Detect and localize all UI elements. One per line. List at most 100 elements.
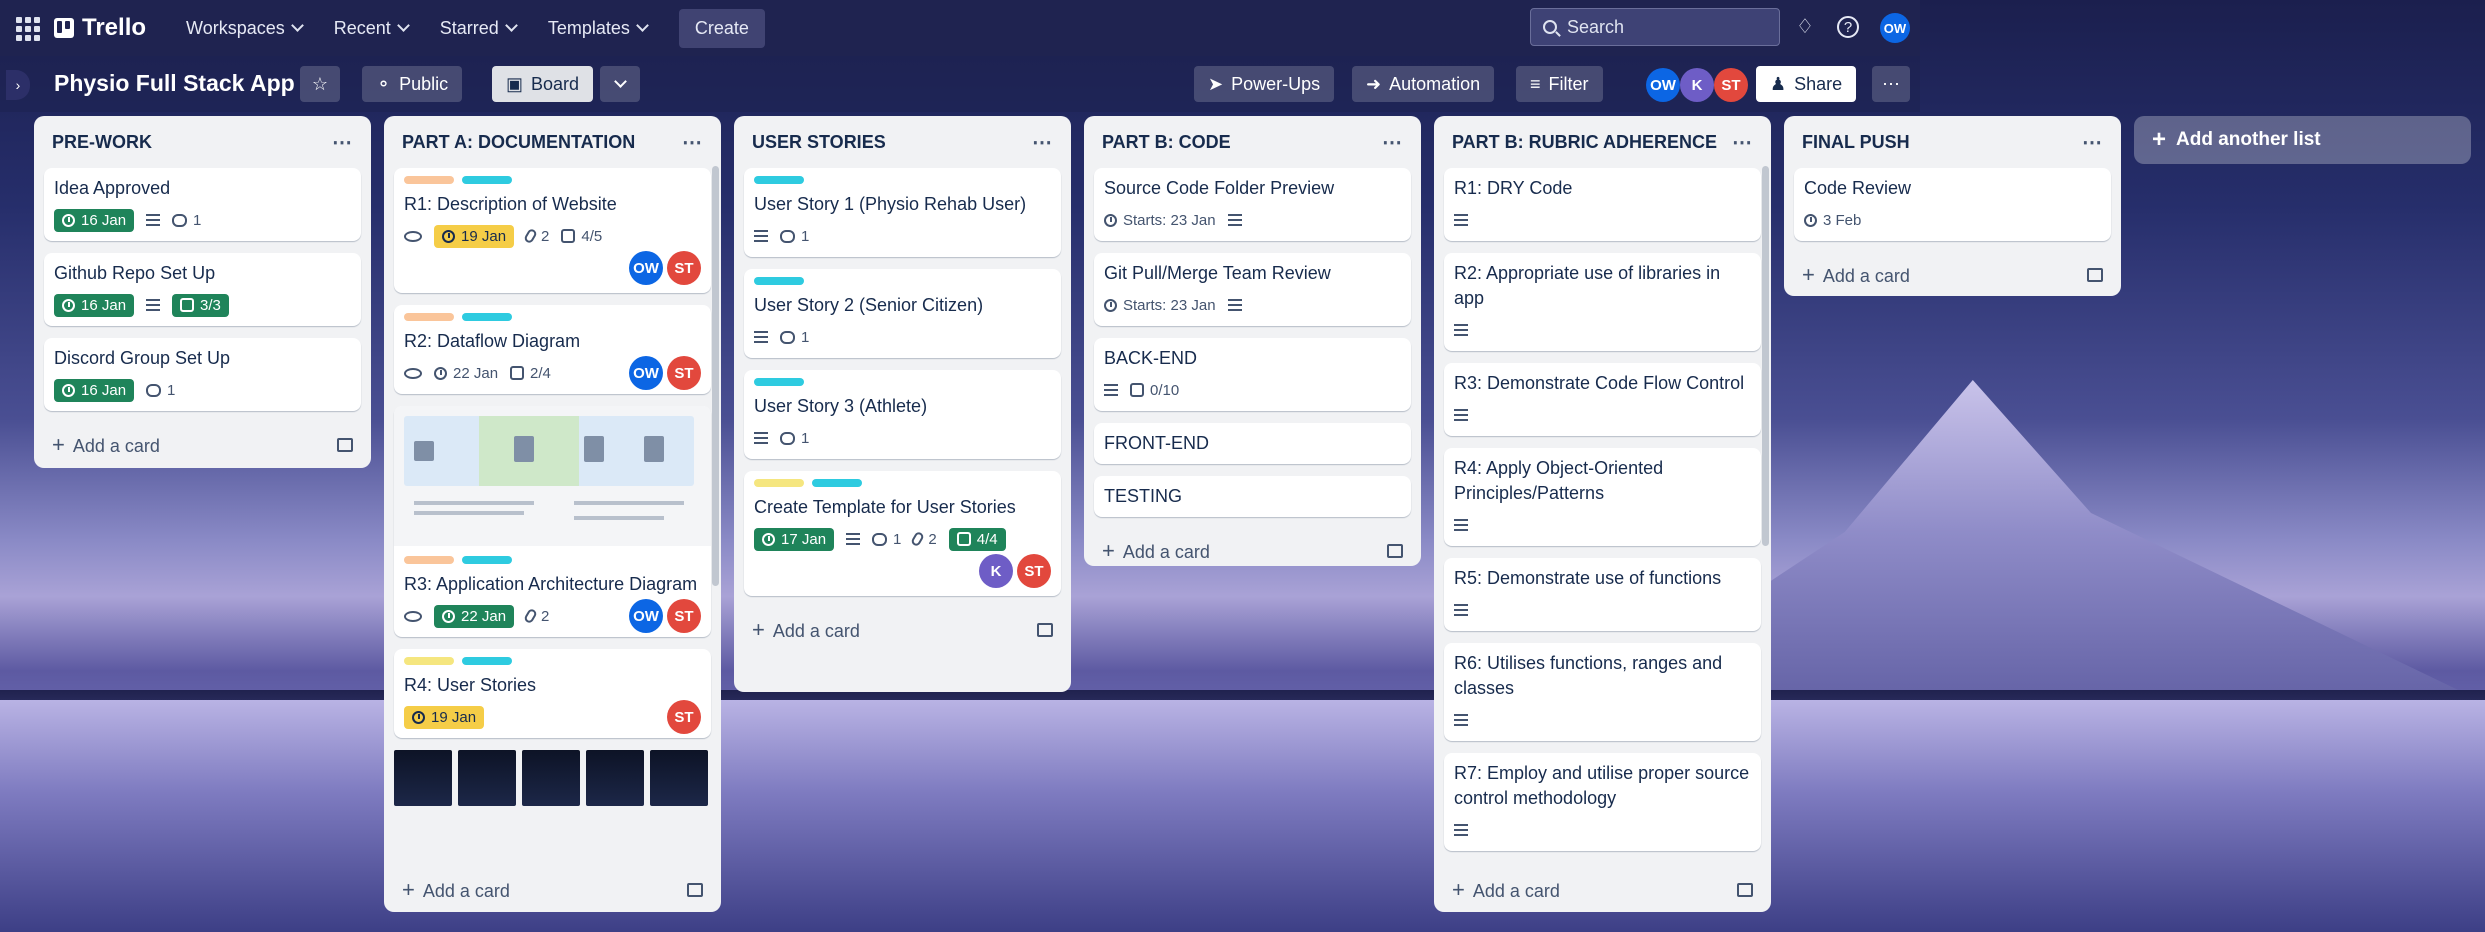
template-icon[interactable] <box>1737 883 1753 897</box>
member-avatar[interactable]: OW <box>629 251 663 285</box>
card[interactable]: R1: Description of Website 19 Jan 2 4/5 … <box>394 168 711 293</box>
automation-button[interactable]: ➜ Automation <box>1352 66 1495 102</box>
due-date-badge[interactable]: 16 Jan <box>54 378 135 402</box>
trello-logo[interactable]: Trello <box>54 14 146 42</box>
list-title[interactable]: PART B: CODE <box>1102 132 1231 153</box>
card[interactable]: R7: Employ and utilise proper source con… <box>1444 753 1761 851</box>
list-menu-icon[interactable]: ⋯ <box>332 130 353 155</box>
share-button[interactable]: ♟ Share <box>1756 66 1857 102</box>
due-date-badge[interactable]: 22 Jan <box>434 604 515 628</box>
label[interactable] <box>812 479 862 487</box>
member-avatar[interactable]: OW <box>629 599 663 633</box>
card[interactable]: R5: Demonstrate use of functions <box>1444 558 1761 631</box>
template-icon[interactable] <box>687 883 703 897</box>
label[interactable] <box>754 479 804 487</box>
card[interactable]: Create Template for User Stories 17 Jan … <box>744 471 1061 596</box>
card[interactable]: User Story 3 (Athlete) 1 <box>744 370 1061 459</box>
card[interactable]: Discord Group Set Up 16 Jan 1 <box>44 338 361 411</box>
list-title[interactable]: PART A: DOCUMENTATION <box>402 132 635 153</box>
card[interactable]: R4: Apply Object-Oriented Principles/Pat… <box>1444 448 1761 546</box>
search-input[interactable]: Search <box>1530 8 1780 46</box>
card[interactable]: User Story 1 (Physio Rehab User) 1 <box>744 168 1061 257</box>
label[interactable] <box>462 657 512 665</box>
user-avatar[interactable]: OW <box>1880 13 1910 43</box>
card[interactable]: Github Repo Set Up 16 Jan 3/3 <box>44 253 361 326</box>
card[interactable]: Code Review 3 Feb <box>1794 168 2111 241</box>
notifications-icon[interactable]: ♢ <box>1792 14 1818 40</box>
card[interactable]: BACK-END 0/10 <box>1094 338 1411 411</box>
card[interactable]: TESTING <box>1094 476 1411 517</box>
member-avatar[interactable]: ST <box>667 599 701 633</box>
card[interactable]: Idea Approved 16 Jan 1 <box>44 168 361 241</box>
member-avatar[interactable]: ST <box>1714 68 1748 102</box>
label[interactable] <box>404 313 454 321</box>
filter-button[interactable]: ≡ Filter <box>1516 66 1603 102</box>
nav-workspaces[interactable]: Workspaces <box>174 10 314 47</box>
add-card-button[interactable]: + Add a card <box>1094 529 1411 573</box>
member-avatar[interactable]: ST <box>1017 554 1051 588</box>
card[interactable]: R6: Utilises functions, ranges and class… <box>1444 643 1761 741</box>
add-card-button[interactable]: + Add a card <box>1794 253 2111 297</box>
list-menu-icon[interactable]: ⋯ <box>1732 130 1753 155</box>
list-title[interactable]: USER STORIES <box>752 132 886 153</box>
due-date-badge[interactable]: 19 Jan <box>404 705 485 729</box>
label[interactable] <box>462 176 512 184</box>
star-icon[interactable]: ☆ <box>300 66 340 102</box>
visibility-button[interactable]: ⚬ Public <box>362 66 463 102</box>
board-title[interactable]: Physio Full Stack App <box>54 70 295 97</box>
due-date-badge[interactable]: 19 Jan <box>434 224 515 248</box>
list-menu-icon[interactable]: ⋯ <box>1032 130 1053 155</box>
list-scrollbar[interactable] <box>712 166 719 586</box>
list-menu-icon[interactable]: ⋯ <box>2082 130 2103 155</box>
nav-recent[interactable]: Recent <box>322 10 420 47</box>
member-avatar[interactable]: ST <box>667 700 701 734</box>
due-date-badge[interactable]: 16 Jan <box>54 208 135 232</box>
nav-starred[interactable]: Starred <box>428 10 528 47</box>
card[interactable]: User Story 2 (Senior Citizen) 1 <box>744 269 1061 358</box>
template-icon[interactable] <box>1037 623 1053 637</box>
member-avatar[interactable]: ST <box>667 251 701 285</box>
member-avatar[interactable]: K <box>1680 68 1714 102</box>
list-scrollbar[interactable] <box>1762 166 1769 546</box>
help-icon[interactable]: ? <box>1837 16 1859 38</box>
add-card-button[interactable]: + Add a card <box>394 868 711 912</box>
template-icon[interactable] <box>2087 268 2103 282</box>
card[interactable]: R3: Demonstrate Code Flow Control <box>1444 363 1761 436</box>
member-avatar[interactable]: OW <box>1646 68 1680 102</box>
list-menu-icon[interactable]: ⋯ <box>1382 130 1403 155</box>
add-card-button[interactable]: + Add a card <box>44 423 361 467</box>
label[interactable] <box>754 277 804 285</box>
label[interactable] <box>462 313 512 321</box>
list-menu-icon[interactable]: ⋯ <box>682 130 703 155</box>
label[interactable] <box>462 556 512 564</box>
label[interactable] <box>754 176 804 184</box>
add-card-button[interactable]: + Add a card <box>744 608 1061 652</box>
label[interactable] <box>404 556 454 564</box>
label[interactable] <box>404 657 454 665</box>
app-switcher-icon[interactable] <box>14 15 40 41</box>
member-avatar[interactable]: K <box>979 554 1013 588</box>
card[interactable]: R1: DRY Code <box>1444 168 1761 241</box>
member-avatar[interactable]: OW <box>629 356 663 390</box>
label[interactable] <box>754 378 804 386</box>
card[interactable]: Git Pull/Merge Team Review Starts: 23 Ja… <box>1094 253 1411 326</box>
card[interactable]: R4: User Stories 19 Jan ST <box>394 649 711 738</box>
list-title[interactable]: FINAL PUSH <box>1802 132 1910 153</box>
due-date-badge[interactable]: 16 Jan <box>54 293 135 317</box>
nav-templates[interactable]: Templates <box>536 10 659 47</box>
powerups-button[interactable]: ➤ Power-Ups <box>1194 66 1335 102</box>
template-icon[interactable] <box>337 438 353 452</box>
card[interactable]: Source Code Folder Preview Starts: 23 Ja… <box>1094 168 1411 241</box>
list-title[interactable]: PRE-WORK <box>52 132 152 153</box>
add-list-button[interactable]: + Add another list <box>2134 116 2471 164</box>
list-title[interactable]: PART B: RUBRIC ADHERENCE <box>1452 132 1717 153</box>
card[interactable]: R2: Appropriate use of libraries in app <box>1444 253 1761 351</box>
create-button[interactable]: Create <box>678 8 765 48</box>
board-view-button[interactable]: ▣ Board <box>492 66 594 102</box>
board-menu-button[interactable]: ⋯ <box>1872 66 1910 102</box>
card[interactable]: R2: Dataflow Diagram 22 Jan 2/4 OW ST <box>394 305 711 394</box>
views-dropdown[interactable] <box>600 66 640 102</box>
label[interactable] <box>404 176 454 184</box>
card[interactable]: FRONT-END <box>1094 423 1411 464</box>
due-date-badge[interactable]: 17 Jan <box>754 527 835 551</box>
